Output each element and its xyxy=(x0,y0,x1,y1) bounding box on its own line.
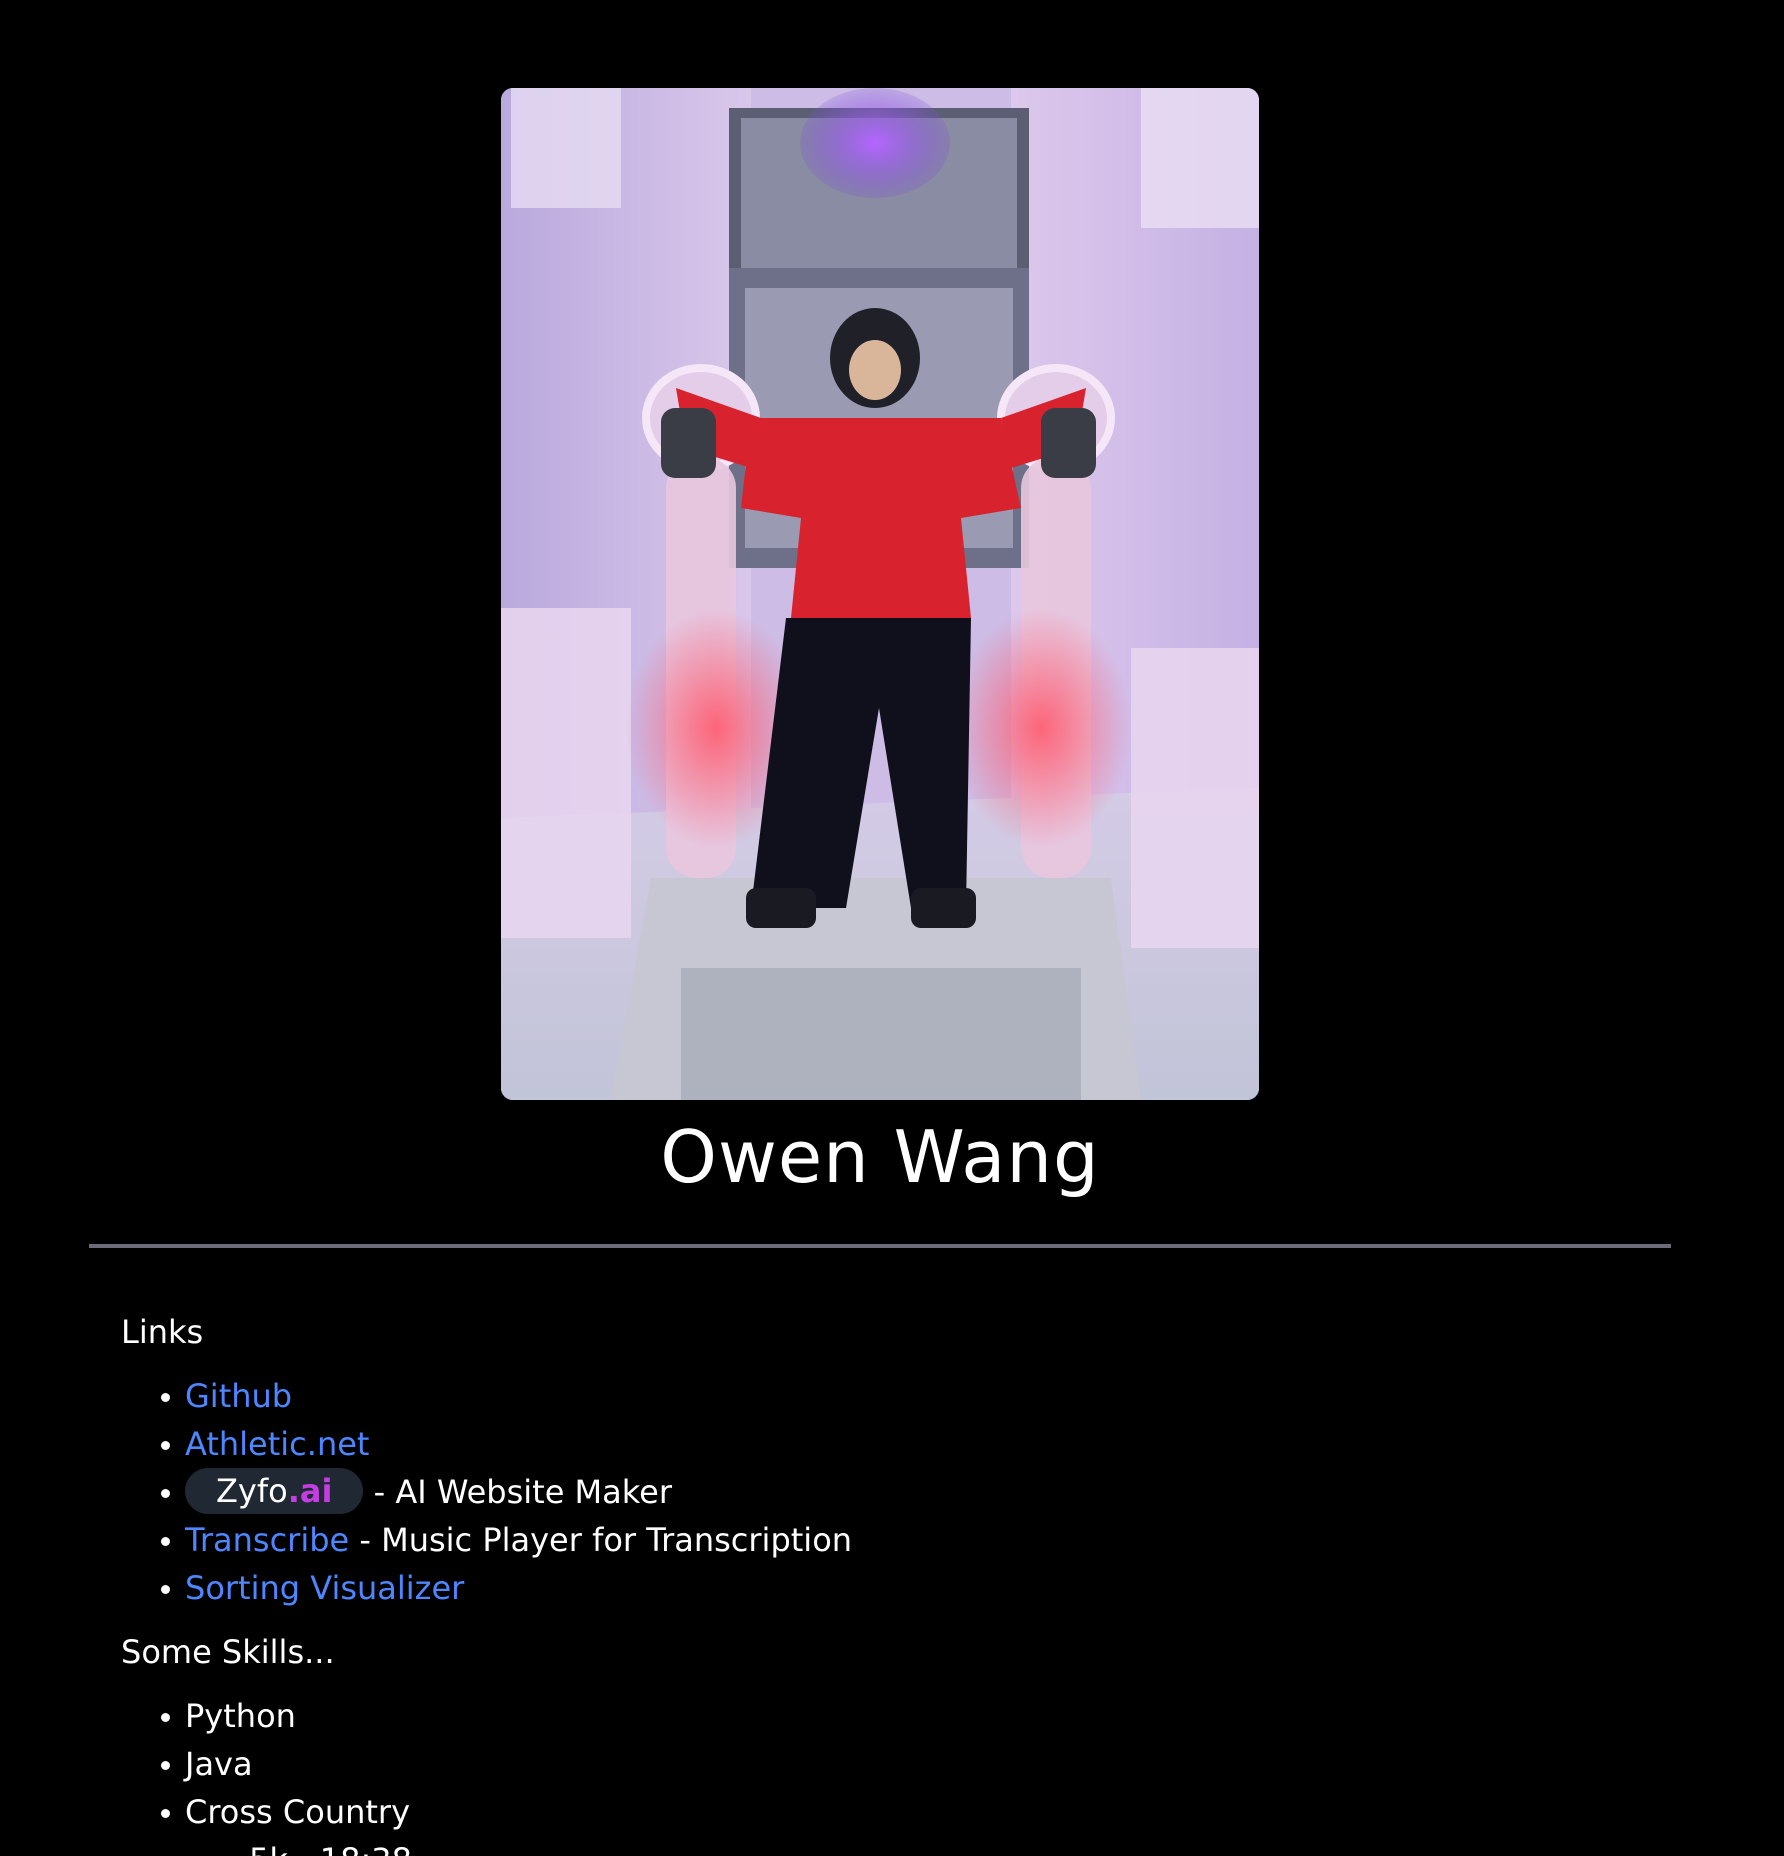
divider xyxy=(89,1244,1671,1248)
list-item: Transcribe - Music Player for Transcript… xyxy=(161,1516,1521,1564)
list-item: Zyfo.ai - AI Website Maker xyxy=(161,1468,1521,1516)
list-item: Sorting Visualizer xyxy=(161,1564,1521,1612)
profile-photo xyxy=(501,88,1259,1100)
list-item: Github xyxy=(161,1372,1521,1420)
skills-section-title: Some Skills... xyxy=(121,1633,335,1671)
transcribe-link[interactable]: Transcribe xyxy=(185,1521,349,1559)
list-item: Cross Country xyxy=(161,1788,1521,1836)
main-content: Links Github Athletic.net Zyfo.ai - AI W… xyxy=(121,1308,1521,1856)
sorting-visualizer-link[interactable]: Sorting Visualizer xyxy=(185,1569,464,1607)
list-item: Athletic.net xyxy=(161,1420,1521,1468)
profile-photo-illustration xyxy=(501,88,1259,1100)
zyfo-ai-label-main: Zyfo xyxy=(216,1472,288,1510)
list-item: Python xyxy=(161,1692,1521,1740)
athletic-net-link[interactable]: Athletic.net xyxy=(185,1425,369,1463)
links-list: Github Athletic.net Zyfo.ai - AI Website… xyxy=(121,1372,1521,1612)
zyfo-ai-label-accent: .ai xyxy=(287,1472,333,1510)
transcribe-description: - Music Player for Transcription xyxy=(359,1521,853,1559)
zyfo-ai-badge-link[interactable]: Zyfo.ai xyxy=(185,1468,364,1514)
profile-name: Owen Wang xyxy=(660,1115,1100,1199)
zyfo-ai-description: - AI Website Maker xyxy=(373,1473,672,1511)
page: Owen Wang Links Github Athletic.net Zyfo… xyxy=(0,0,1784,1856)
links-section-title: Links xyxy=(121,1313,204,1351)
list-item: 5k - 18:38 xyxy=(185,1836,1521,1856)
list-item: Java xyxy=(161,1740,1521,1788)
github-link[interactable]: Github xyxy=(185,1377,292,1415)
skills-list: Python Java Cross Country 5k - 18:38 xyxy=(121,1692,1521,1856)
